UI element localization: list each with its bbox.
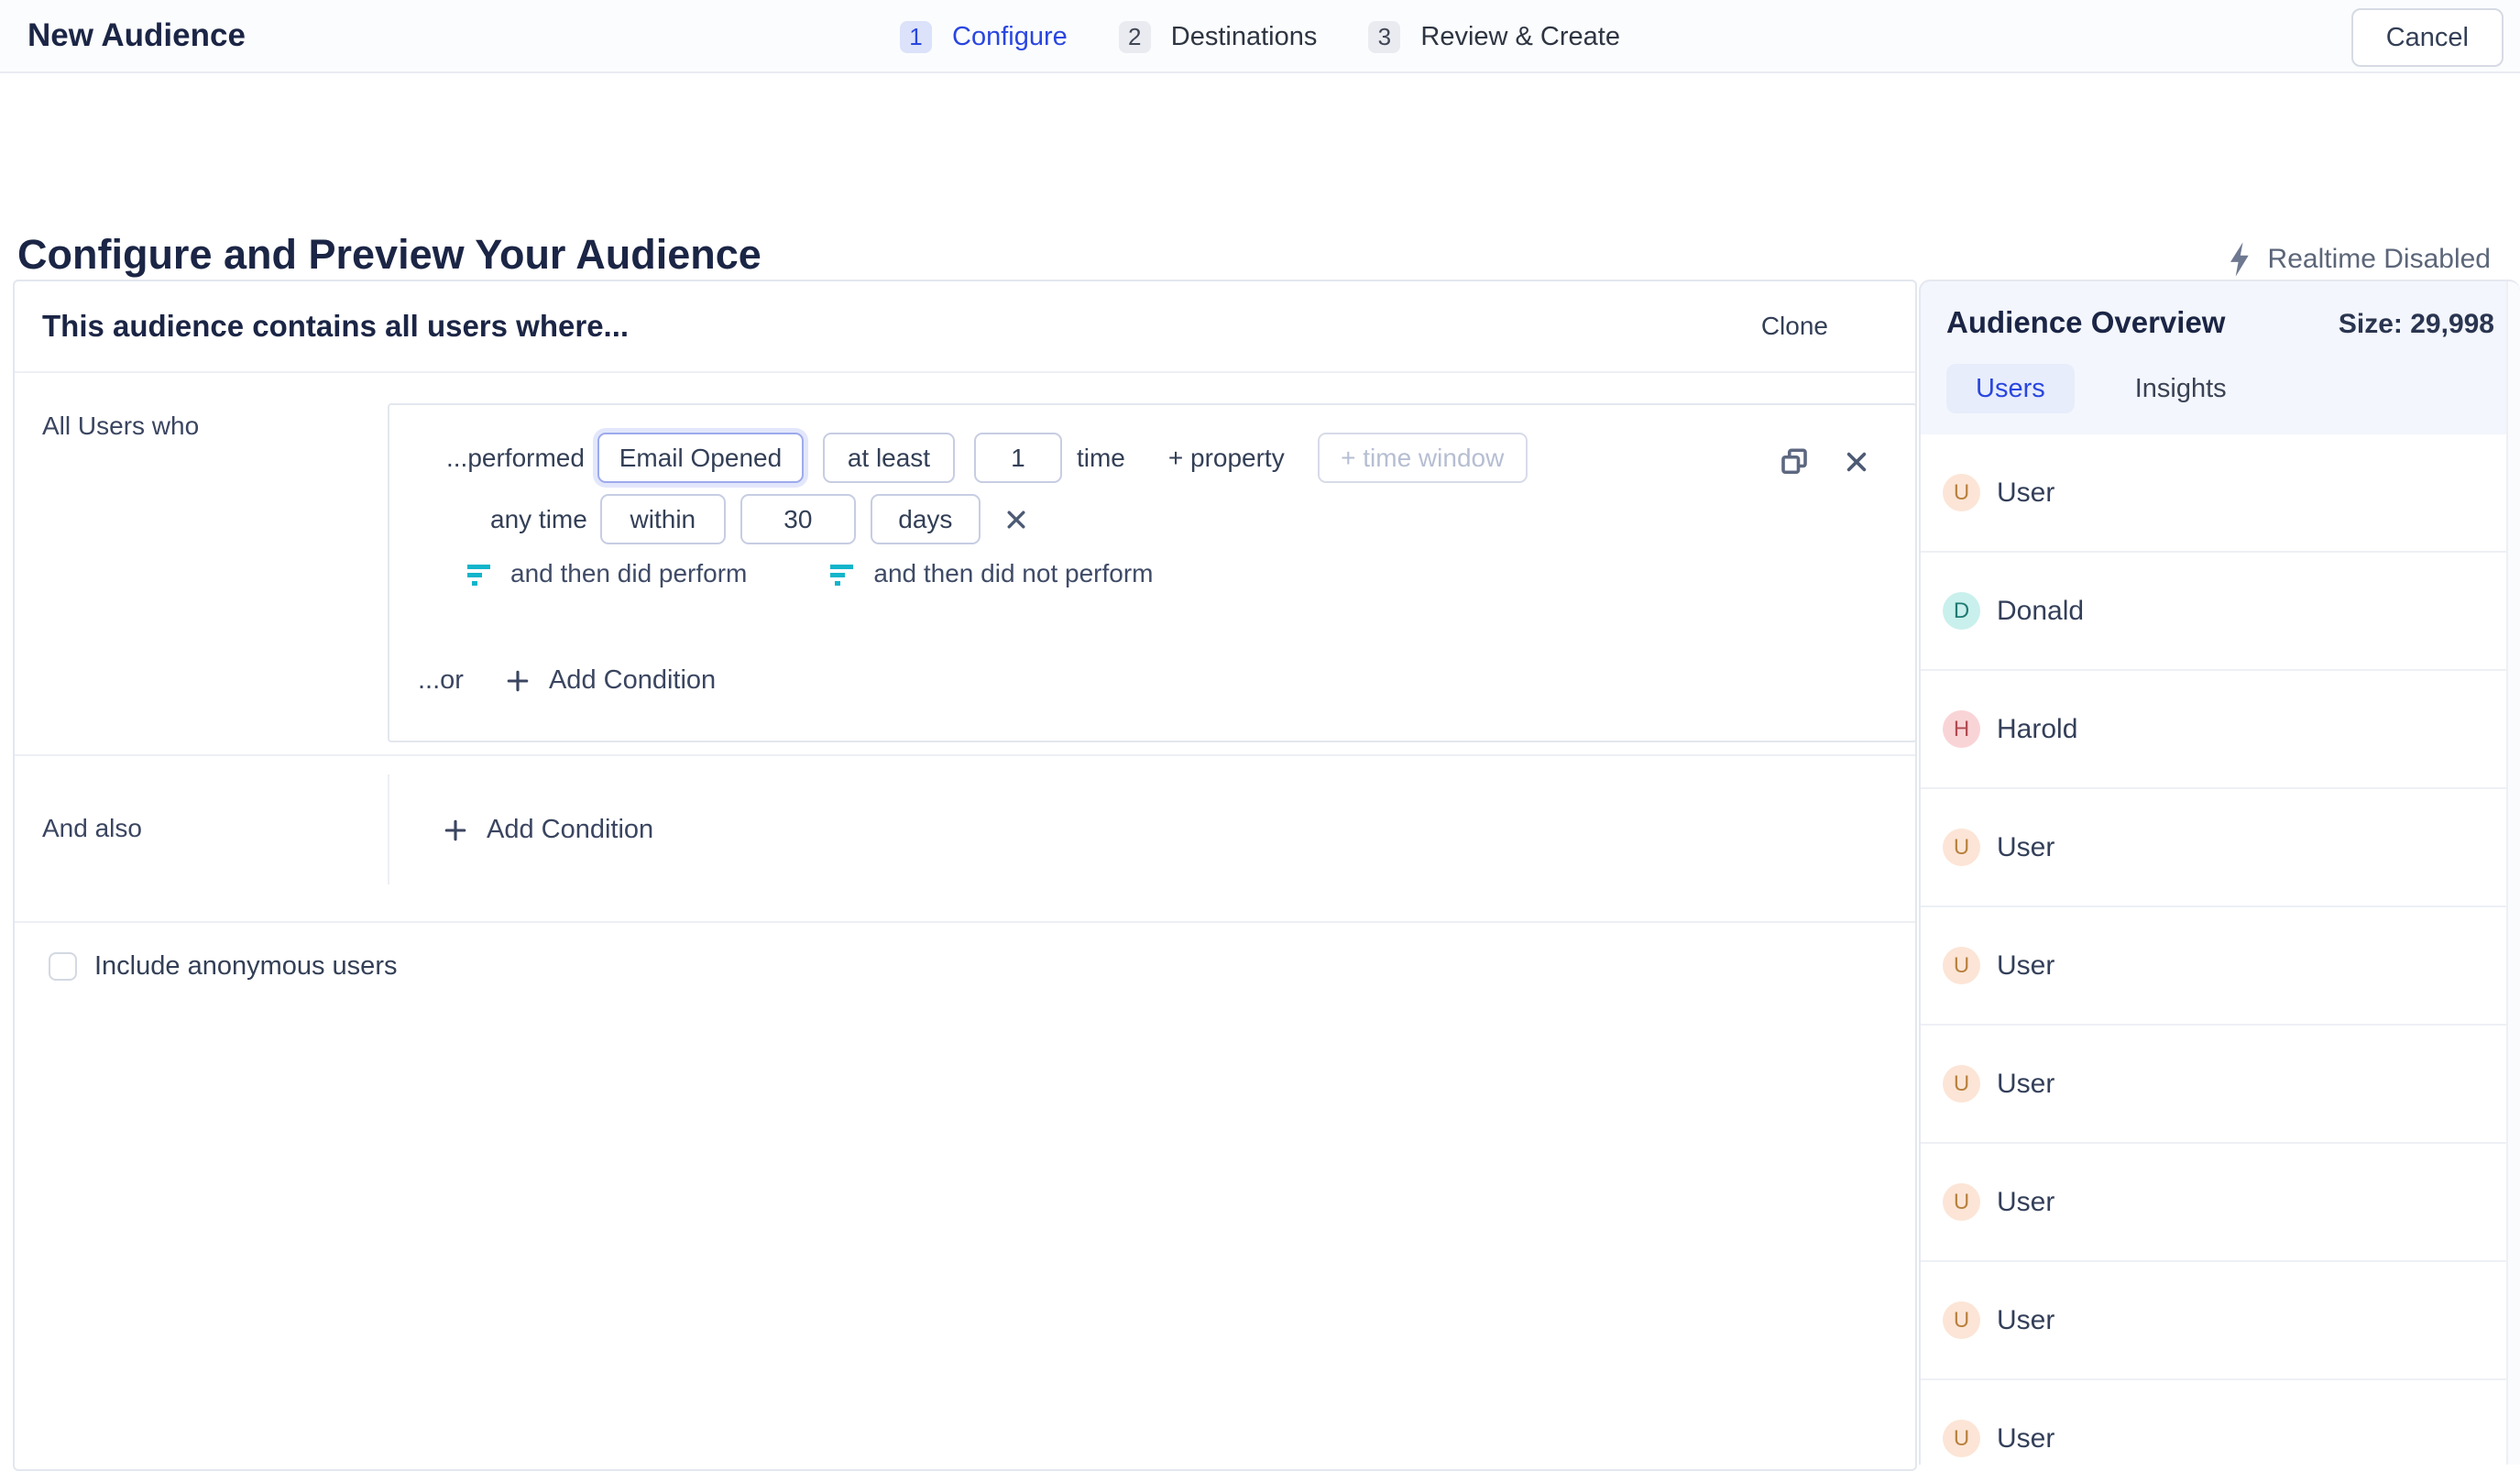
user-name: User: [1997, 1187, 2054, 1218]
user-avatar: U: [1943, 947, 1980, 984]
user-list-item[interactable]: U User: [1921, 1380, 2520, 1465]
step-review-create[interactable]: 3 Review & Create: [1368, 21, 1620, 53]
user-name: User: [1997, 832, 2054, 863]
overview-title: Audience Overview: [1946, 305, 2225, 340]
section-divider: [388, 774, 389, 884]
user-list-item[interactable]: U User: [1921, 907, 2520, 1026]
time-unit-select[interactable]: days: [871, 494, 981, 544]
user-list-item[interactable]: U User: [1921, 1262, 2520, 1380]
panel-scrollbar[interactable]: [2506, 281, 2520, 1465]
include-anonymous-checkbox[interactable]: [49, 952, 77, 981]
or-label: ...or: [418, 665, 464, 696]
time-window-input[interactable]: + time window: [1318, 433, 1528, 483]
user-name: User: [1997, 1069, 2054, 1100]
user-avatar: U: [1943, 1065, 1980, 1103]
plus-icon: [506, 669, 530, 693]
lightning-bolt-icon: [2226, 241, 2253, 278]
user-avatar: U: [1943, 829, 1980, 866]
remove-condition-icon[interactable]: [1844, 449, 1869, 475]
wizard-stepper: 1 Configure 2 Destinations 3 Review & Cr…: [900, 0, 1620, 73]
time-value-input[interactable]: 30: [740, 494, 856, 544]
builder-title: This audience contains all users where..…: [42, 309, 629, 344]
user-list-item[interactable]: U User: [1921, 789, 2520, 907]
user-name: User: [1997, 1423, 2054, 1455]
and-also-label: And also: [42, 814, 142, 843]
sequence-actions-row: and then did perform and then did not pe…: [466, 559, 1153, 588]
options-section: Include anonymous users: [15, 921, 1915, 1031]
user-name: User: [1997, 478, 2054, 509]
user-list-item[interactable]: U User: [1921, 1026, 2520, 1144]
overview-tabs: Users Insights: [1946, 364, 2494, 413]
did-not-perform-button[interactable]: and then did not perform: [873, 559, 1153, 588]
user-list-item[interactable]: D Donald: [1921, 553, 2520, 671]
user-name: User: [1997, 1305, 2054, 1336]
step-number-badge: 2: [1119, 21, 1151, 53]
operator-select[interactable]: at least: [823, 433, 955, 483]
and-also-section: And also Add Condition: [15, 754, 1915, 921]
builder-header: This audience contains all users where..…: [15, 281, 1915, 373]
page-title: Configure and Preview Your Audience: [17, 231, 761, 279]
user-avatar: U: [1943, 1420, 1980, 1457]
user-name: User: [1997, 950, 2054, 982]
funnel-icon: [829, 562, 854, 587]
user-list-item[interactable]: U User: [1921, 434, 2520, 553]
top-bar: New Audience 1 Configure 2 Destinations …: [0, 0, 2520, 73]
or-row: ...or Add Condition: [418, 665, 716, 696]
user-avatar: U: [1943, 1183, 1980, 1221]
audience-builder-card: This audience contains all users where..…: [13, 280, 1917, 1471]
any-time-label: any time: [490, 505, 587, 534]
event-select[interactable]: Email Opened: [597, 433, 804, 483]
user-avatar: U: [1943, 1301, 1980, 1339]
plus-icon: [444, 818, 467, 842]
realtime-status-badge: Realtime Disabled: [2226, 241, 2491, 278]
add-property-button[interactable]: + property: [1168, 444, 1285, 473]
time-suffix-label: time: [1077, 444, 1125, 473]
user-list-item[interactable]: U User: [1921, 1144, 2520, 1262]
user-avatar: D: [1943, 592, 1980, 630]
user-avatar: H: [1943, 710, 1980, 748]
window-title: New Audience: [27, 17, 246, 54]
group-label: All Users who: [42, 412, 199, 441]
user-avatar: U: [1943, 474, 1980, 511]
tab-users[interactable]: Users: [1946, 364, 2075, 413]
remove-time-window-icon[interactable]: [1004, 508, 1028, 532]
audience-overview-panel: Audience Overview Size: 29,998 Users Ins…: [1919, 280, 2520, 1465]
condition-group: ...performed Email Opened at least 1 tim…: [388, 403, 1917, 742]
user-name: Donald: [1997, 596, 2084, 627]
step-number-badge: 1: [900, 21, 932, 53]
add-and-condition-button[interactable]: Add Condition: [444, 815, 653, 845]
step-configure[interactable]: 1 Configure: [900, 21, 1068, 53]
step-number-badge: 3: [1368, 21, 1400, 53]
all-users-section: All Users who ...performed Email Opened …: [15, 373, 1915, 754]
within-select[interactable]: within: [600, 494, 726, 544]
audience-size: Size: 29,998: [2339, 309, 2494, 340]
event-condition-row: ...performed Email Opened at least 1 tim…: [446, 433, 1528, 483]
count-input[interactable]: 1: [974, 433, 1062, 483]
tab-insights[interactable]: Insights: [2106, 364, 2256, 413]
time-window-row: any time within 30 days: [490, 494, 1028, 544]
performed-label: ...performed: [446, 444, 585, 473]
did-perform-button[interactable]: and then did perform: [510, 559, 747, 588]
include-anonymous-label: Include anonymous users: [94, 951, 397, 982]
cancel-button[interactable]: Cancel: [2351, 8, 2504, 67]
step-destinations[interactable]: 2 Destinations: [1119, 21, 1318, 53]
user-list-item[interactable]: H Harold: [1921, 671, 2520, 789]
add-or-condition-button[interactable]: Add Condition: [506, 665, 716, 696]
duplicate-condition-icon[interactable]: [1778, 445, 1811, 478]
funnel-icon: [466, 562, 491, 587]
user-preview-list: U User D Donald H Harold U User U User U…: [1921, 434, 2520, 1465]
anonymous-users-option[interactable]: Include anonymous users: [49, 951, 397, 982]
clone-button[interactable]: Clone: [1761, 312, 1828, 341]
user-name: Harold: [1997, 714, 2077, 745]
